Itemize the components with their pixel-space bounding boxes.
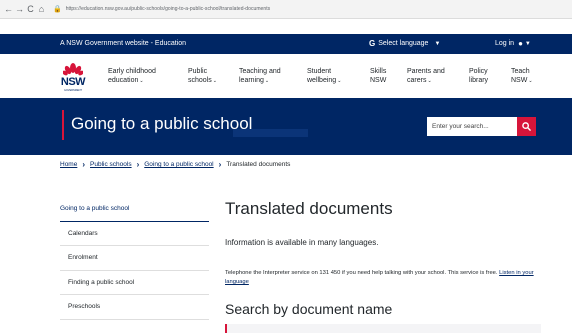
nav-label: Student — [307, 68, 332, 75]
sidebar-nav: Going to a public school Calendars Enrol… — [60, 197, 209, 320]
search-button[interactable] — [517, 117, 536, 136]
nav-label: carers — [407, 77, 427, 84]
reload-icon[interactable]: C — [25, 0, 36, 19]
search-icon — [522, 122, 531, 131]
user-icon: ● — [518, 39, 523, 48]
chevron-down-icon: ▼ — [524, 40, 531, 47]
chevron-down-icon: ⌄ — [139, 78, 144, 84]
breadcrumb-public-schools-link[interactable]: Public schools — [90, 161, 132, 168]
lock-icon: 🔒 — [53, 6, 62, 13]
chevron-down-icon: ⌄ — [212, 78, 217, 84]
nav-label: schools — [188, 77, 212, 84]
nav-label: Teaching and — [239, 68, 281, 75]
intro-text: Information is available in many languag… — [225, 238, 379, 247]
breadcrumb-going-link[interactable]: Going to a public school — [144, 161, 213, 168]
nav-public-schools[interactable]: Public schools⌄ — [188, 67, 217, 86]
breadcrumb-current: Translated documents — [226, 161, 291, 168]
nav-label: education — [108, 77, 139, 84]
nav-label: library — [469, 77, 489, 84]
chevron-down-icon: ⌄ — [528, 78, 533, 84]
document-search-panel — [225, 324, 541, 333]
breadcrumb-home-link[interactable]: Home — [60, 161, 77, 168]
search-section-title: Search by document name — [225, 301, 393, 317]
back-arrow-icon[interactable]: ← — [3, 0, 14, 19]
chevron-right-icon: › — [82, 160, 86, 169]
interpreter-text: Telephone the Interpreter service on 131… — [225, 269, 545, 287]
nsw-logo[interactable]: NSW GOVERNMENT — [60, 62, 86, 94]
banner-overlay — [233, 129, 308, 137]
interpreter-body: Telephone the Interpreter service on 131… — [225, 270, 498, 276]
nav-teaching-learning[interactable]: Teaching and learning⌄ — [239, 67, 281, 86]
main-navigation: NSW GOVERNMENT Early childhood education… — [0, 54, 572, 98]
select-language-label: Select language — [378, 40, 429, 47]
chevron-down-icon: ⌄ — [427, 78, 432, 84]
browser-toolbar: ← → C ⌂ 🔒 https://education.nsw.gov.au/p… — [0, 0, 572, 19]
chevron-down-icon: ⌄ — [264, 78, 270, 84]
login-label: Log in — [495, 40, 515, 47]
sidebar-item-going-to-a-public-school[interactable]: Going to a public school — [60, 197, 209, 222]
forward-arrow-icon[interactable]: → — [14, 0, 25, 19]
nav-label: learning — [239, 77, 264, 84]
search-input[interactable] — [427, 117, 517, 136]
nav-early-childhood[interactable]: Early childhood education⌄ — [108, 67, 156, 86]
chevron-down-icon: ▼ — [434, 40, 441, 47]
login-button[interactable]: Log in ● ▼ — [495, 39, 531, 48]
nav-label: Early childhood — [108, 68, 156, 75]
waratah-icon — [63, 63, 83, 76]
nav-label: NSW — [370, 77, 387, 84]
banner-accent-bar — [62, 110, 64, 140]
nav-label: Skills — [370, 68, 387, 75]
sidebar-item-calendars[interactable]: Calendars — [60, 222, 209, 246]
nav-student-wellbeing[interactable]: Student wellbeing⌄ — [307, 67, 341, 86]
government-bar: A NSW Government website - Education G S… — [0, 34, 572, 54]
nav-label: wellbeing — [307, 77, 337, 84]
address-bar[interactable]: 🔒 https://education.nsw.gov.au/public-sc… — [53, 3, 270, 16]
chevron-right-icon: › — [136, 160, 140, 169]
chevron-down-icon: ⌄ — [337, 78, 342, 84]
logo-subtext: GOVERNMENT — [64, 89, 82, 92]
page-title: Translated documents — [225, 199, 393, 218]
select-language-button[interactable]: G Select language ▼ — [369, 39, 440, 48]
nav-label: Policy — [469, 68, 488, 75]
nav-parents-carers[interactable]: Parents and carers⌄ — [407, 67, 445, 86]
nav-teach-nsw[interactable]: Teach NSW⌄ — [511, 67, 533, 86]
url-text[interactable]: https://education.nsw.gov.au/public-scho… — [66, 6, 270, 12]
breadcrumb: Home › Public schools › Going to a publi… — [60, 160, 290, 169]
nav-label: Parents and — [407, 68, 445, 75]
nav-policy-library[interactable]: Policy library — [469, 67, 488, 85]
gov-website-text: A NSW Government website - Education — [60, 40, 187, 47]
sidebar-item-enrolment[interactable]: Enrolment — [60, 246, 209, 271]
home-icon[interactable]: ⌂ — [36, 0, 47, 19]
sidebar-item-preschools[interactable]: Preschools — [60, 295, 209, 320]
nav-label: Teach — [511, 68, 530, 75]
nav-label: NSW — [511, 77, 528, 84]
google-translate-icon: G — [369, 39, 376, 48]
sidebar-item-finding-a-public-school[interactable]: Finding a public school — [60, 271, 209, 295]
nav-skills-nsw[interactable]: Skills NSW — [370, 67, 386, 85]
banner-title: Going to a public school — [71, 114, 253, 133]
logo-text: NSW — [60, 76, 86, 88]
nav-label: Public — [188, 68, 208, 75]
chevron-right-icon: › — [218, 160, 222, 169]
